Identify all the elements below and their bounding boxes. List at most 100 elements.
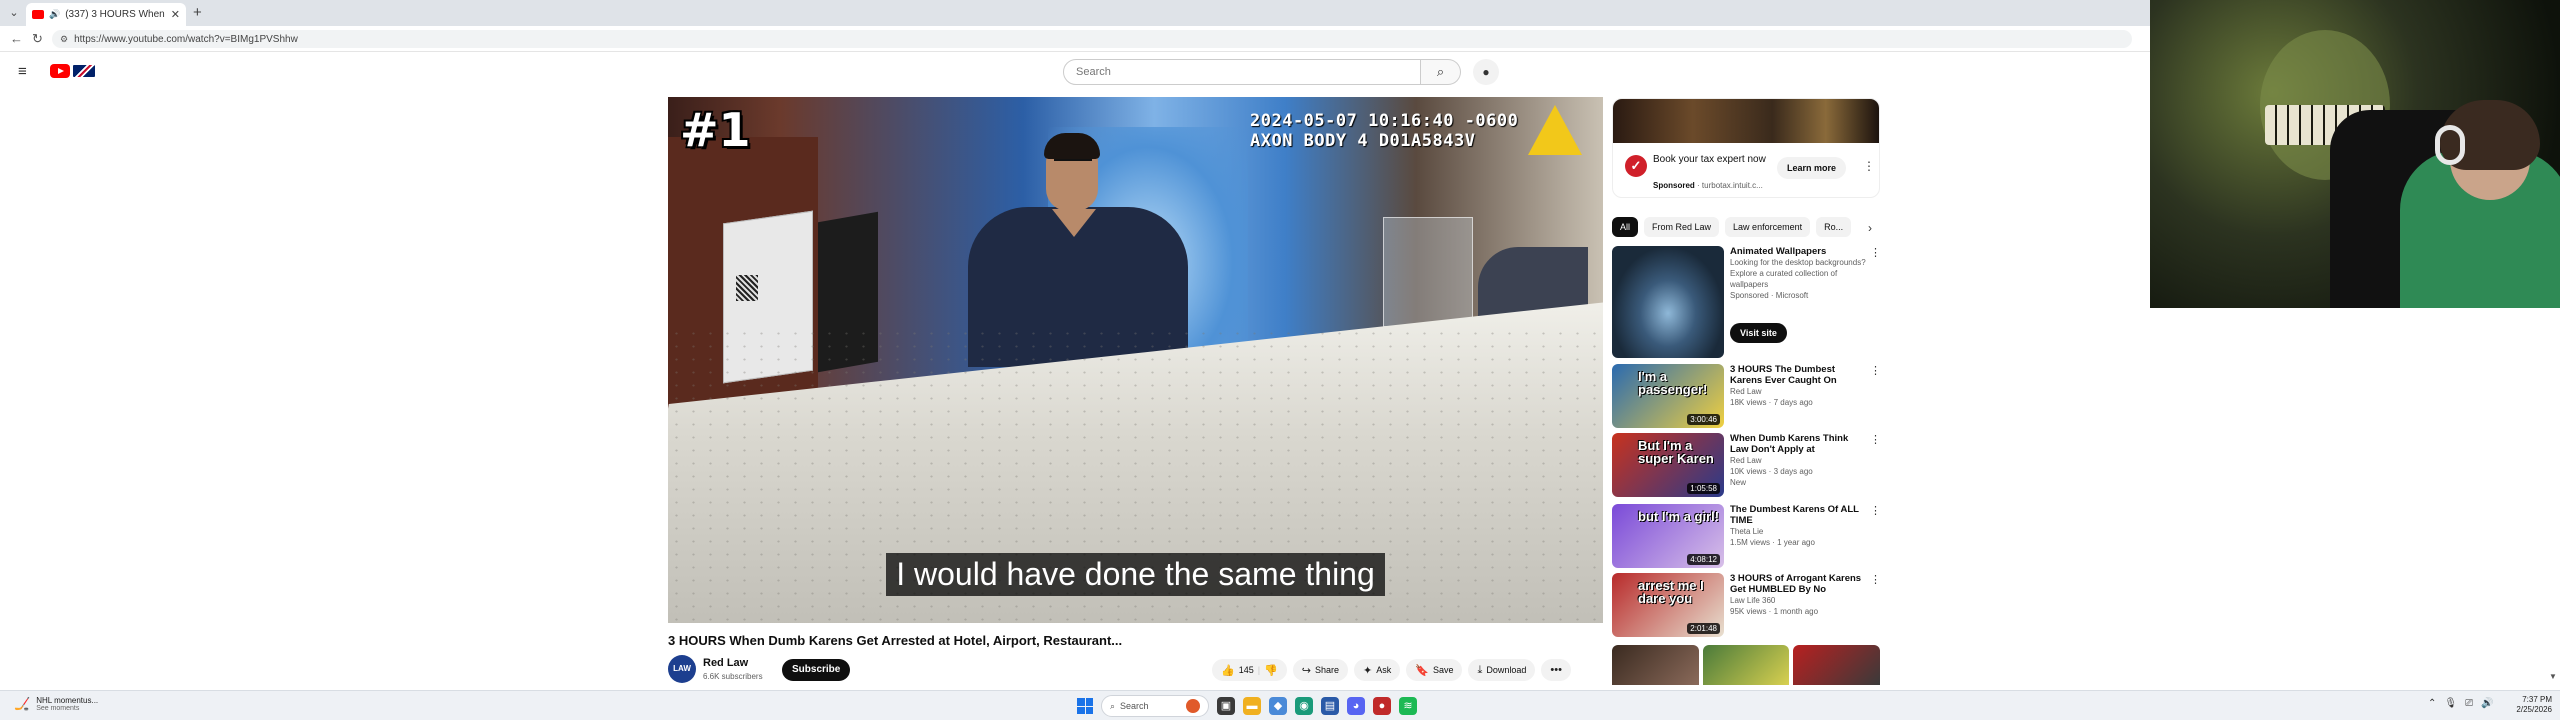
search-icon: ⌕ bbox=[1110, 700, 1116, 711]
new-badge: New bbox=[1730, 478, 1747, 487]
subscribe-button[interactable]: Subscribe bbox=[782, 659, 851, 681]
spotify-icon[interactable]: ≋ bbox=[1399, 697, 1417, 715]
recommendation-info: 3 HOURS of Arrogant Karens Get HUMBLED B… bbox=[1730, 573, 1866, 617]
recommendation-more-icon[interactable]: ⋮ bbox=[1870, 246, 1881, 259]
chip-from-channel[interactable]: From Red Law bbox=[1644, 217, 1720, 237]
app-icon[interactable]: ● bbox=[1373, 697, 1391, 715]
like-button[interactable]: 👍 145 | 👎 bbox=[1212, 659, 1287, 681]
sponsored-ad-card[interactable]: ✓ Book your tax expert now Sponsored · t… bbox=[1612, 98, 1880, 198]
partial-thumbnail[interactable] bbox=[1793, 645, 1881, 685]
recommendation-more-icon[interactable]: ⋮ bbox=[1870, 504, 1881, 517]
clock-time: 7:37 PM bbox=[2522, 695, 2552, 704]
chip-law-enforcement[interactable]: Law enforcement bbox=[1725, 217, 1811, 237]
learn-more-button[interactable]: Learn more bbox=[1777, 157, 1847, 179]
sparkle-icon: ✦ bbox=[1363, 664, 1373, 677]
microphone-icon: ● bbox=[1482, 65, 1490, 79]
like-dislike-divider: | bbox=[1257, 665, 1261, 675]
video-actions: 👍 145 | 👎 ↪ Share ✦ Ask 🔖 Save ⤓ Downloa… bbox=[1212, 659, 1571, 681]
recommendation-thumbnail[interactable] bbox=[1612, 246, 1724, 358]
back-arrow-icon[interactable]: ← bbox=[10, 31, 23, 46]
recommendation-meta: 1.5M views · 1 year ago bbox=[1730, 538, 1815, 547]
reload-icon[interactable]: ↻ bbox=[32, 31, 43, 47]
headset-icon bbox=[2435, 125, 2465, 165]
recommendation-thumbnail[interactable]: But I'm a super Karen 1:05:58 bbox=[1612, 433, 1724, 497]
ad-advertiser: · turbotax.intuit.c... bbox=[1697, 181, 1763, 190]
list-item-sponsored-recommendation[interactable]: Animated Wallpapers Looking for the desk… bbox=[1612, 246, 1881, 358]
chip-all[interactable]: All bbox=[1612, 217, 1639, 237]
recommendation-channel[interactable]: Red Law bbox=[1730, 386, 1866, 397]
download-label: Download bbox=[1486, 665, 1527, 675]
duration-badge: 2:01:48 bbox=[1687, 623, 1720, 634]
channel-avatar[interactable]: LAW bbox=[668, 655, 696, 683]
channel-name[interactable]: Red Law bbox=[703, 657, 748, 669]
share-label: Share bbox=[1315, 665, 1340, 675]
recommendation-thumbnail[interactable]: arrest me I dare you 2:01:48 bbox=[1612, 573, 1724, 637]
list-item-recommendation[interactable]: but I'm a girl! 4:08:12 The Dumbest Kare… bbox=[1612, 504, 1881, 568]
tray-chevron-icon[interactable]: ⌃ bbox=[2428, 698, 2436, 709]
scroll-down-arrow-icon[interactable]: ▼ bbox=[2549, 672, 2557, 681]
recommendation-channel[interactable]: Red Law bbox=[1730, 455, 1866, 466]
system-tray: ⌃ 🎙 ⎚ 🔊 bbox=[2428, 698, 2494, 709]
partial-thumbnail[interactable] bbox=[1702, 645, 1790, 685]
search-button[interactable]: ⌕ bbox=[1421, 59, 1461, 85]
recommendation-thumbnail[interactable]: but I'm a girl! 4:08:12 bbox=[1612, 504, 1724, 568]
share-arrow-icon: ↪ bbox=[1301, 664, 1311, 677]
app-icon[interactable]: ◆ bbox=[1269, 697, 1287, 715]
recommendation-more-icon[interactable]: ⋮ bbox=[1870, 364, 1881, 377]
taskbar-clock[interactable]: 7:37 PM 2/25/2026 bbox=[2496, 695, 2552, 715]
visit-site-button[interactable]: Visit site bbox=[1730, 323, 1787, 343]
recommendation-title[interactable]: 3 HOURS of Arrogant Karens Get HUMBLED B… bbox=[1730, 573, 1866, 595]
tab-list-chevron-icon[interactable]: ⌄ bbox=[6, 5, 22, 21]
edge-browser-icon[interactable]: ◉ bbox=[1295, 697, 1313, 715]
chip-truncated[interactable]: Ro... bbox=[1816, 217, 1852, 237]
voice-search-button[interactable]: ● bbox=[1473, 59, 1499, 85]
recommendation-channel[interactable]: Theta Lie bbox=[1730, 526, 1866, 537]
file-explorer-icon[interactable]: ▬ bbox=[1243, 697, 1261, 715]
list-item-recommendation[interactable]: But I'm a super Karen 1:05:58 When Dumb … bbox=[1612, 433, 1881, 497]
filter-chips: All From Red Law Law enforcement Ro... bbox=[1612, 217, 1880, 239]
close-tab-icon[interactable]: ✕ bbox=[171, 8, 180, 21]
browser-tab-active[interactable]: 🔊 (337) 3 HOURS When Dumb ... ✕ bbox=[26, 3, 186, 26]
video-subtitle: I would have done the same thing bbox=[668, 553, 1603, 596]
task-view-icon[interactable]: ▣ bbox=[1217, 697, 1235, 715]
ad-more-icon[interactable]: ⋮ bbox=[1863, 159, 1875, 173]
store-icon[interactable]: ▤ bbox=[1321, 697, 1339, 715]
recommendation-title[interactable]: Animated Wallpapers bbox=[1730, 246, 1866, 257]
partial-thumbnail[interactable] bbox=[1612, 645, 1699, 685]
share-button[interactable]: ↪ Share bbox=[1292, 659, 1349, 681]
recommendation-row-partial[interactable] bbox=[1612, 645, 1881, 685]
new-tab-icon[interactable]: + bbox=[193, 4, 202, 21]
thumbnail-caption: But I'm a super Karen bbox=[1638, 438, 1714, 466]
widgets-button[interactable]: 🏒 NHL momentus... See moments bbox=[14, 696, 98, 712]
recommendation-thumbnail[interactable]: I'm a passenger! 3:00:46 bbox=[1612, 364, 1724, 428]
site-info-icon[interactable]: ⚙ bbox=[60, 34, 68, 45]
chips-next-chevron-icon[interactable]: › bbox=[1860, 218, 1880, 238]
youtube-logo[interactable] bbox=[50, 64, 95, 78]
save-button[interactable]: 🔖 Save bbox=[1406, 659, 1463, 681]
recommendation-title[interactable]: When Dumb Karens Think Law Don't Apply a… bbox=[1730, 433, 1866, 455]
recommendation-sponsor: Sponsored · Microsoft bbox=[1730, 291, 1809, 300]
thumbs-down-icon[interactable]: 👎 bbox=[1264, 664, 1278, 677]
url-field[interactable]: ⚙ https://www.youtube.com/watch?v=BIMg1P… bbox=[52, 30, 2132, 48]
microphone-tray-icon[interactable]: 🎙 bbox=[2444, 698, 2457, 709]
taskbar-apps: ⌕ Search ▣ ▬ ◆ ◉ ▤ ◕ ● ≋ bbox=[1077, 695, 1417, 717]
speaker-icon[interactable]: 🔊 bbox=[49, 9, 60, 20]
list-item-recommendation[interactable]: arrest me I dare you 2:01:48 3 HOURS of … bbox=[1612, 573, 1881, 637]
recommendation-title[interactable]: 3 HOURS The Dumbest Karens Ever Caught O… bbox=[1730, 364, 1866, 386]
network-icon[interactable]: ⎚ bbox=[2465, 698, 2473, 709]
more-actions-button[interactable]: ••• bbox=[1541, 659, 1571, 681]
ask-button[interactable]: ✦ Ask bbox=[1354, 659, 1401, 681]
hamburger-menu-icon[interactable]: ≡ bbox=[18, 63, 34, 80]
volume-icon[interactable]: 🔊 bbox=[2481, 698, 2493, 709]
recommendation-channel[interactable]: Law Life 360 bbox=[1730, 595, 1866, 606]
list-item-recommendation[interactable]: I'm a passenger! 3:00:46 3 HOURS The Dum… bbox=[1612, 364, 1881, 428]
recommendation-more-icon[interactable]: ⋮ bbox=[1870, 433, 1881, 446]
discord-icon[interactable]: ◕ bbox=[1347, 697, 1365, 715]
recommendation-more-icon[interactable]: ⋮ bbox=[1870, 573, 1881, 586]
taskbar-search[interactable]: ⌕ Search bbox=[1101, 695, 1209, 717]
download-button[interactable]: ⤓ Download bbox=[1468, 659, 1536, 681]
video-player[interactable]: #1 2024-05-07 10:16:40 -0600 AXON BODY 4… bbox=[668, 97, 1603, 623]
search-input[interactable]: Search bbox=[1063, 59, 1421, 85]
recommendation-title[interactable]: The Dumbest Karens Of ALL TIME bbox=[1730, 504, 1866, 526]
windows-start-icon[interactable] bbox=[1077, 698, 1093, 714]
